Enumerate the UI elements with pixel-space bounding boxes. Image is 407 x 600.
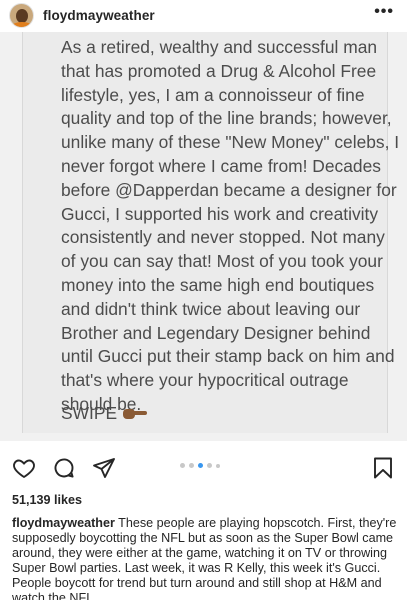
image-text: As a retired, wealthy and successful man… xyxy=(61,37,400,414)
carousel-dot xyxy=(207,463,212,468)
carousel-indicator xyxy=(180,463,220,468)
likes-count[interactable]: 51,139 likes xyxy=(12,493,82,507)
text-card: As a retired, wealthy and successful man… xyxy=(22,32,399,433)
avatar[interactable] xyxy=(9,3,34,28)
share-icon[interactable] xyxy=(92,456,116,480)
heart-icon[interactable] xyxy=(12,456,36,480)
comment-icon[interactable] xyxy=(52,456,76,480)
post-image[interactable]: As a retired, wealthy and successful man… xyxy=(0,32,407,441)
pointing-hand-icon xyxy=(123,408,148,419)
username[interactable]: floydmayweather xyxy=(43,8,155,23)
carousel-dot xyxy=(180,463,185,468)
carousel-dot xyxy=(189,463,194,468)
carousel-dot xyxy=(198,463,203,468)
more-options-icon[interactable]: ••• xyxy=(374,3,394,21)
carousel-dot xyxy=(216,463,220,468)
caption-username[interactable]: floydmayweather xyxy=(12,516,115,530)
caption: floydmayweather These people are playing… xyxy=(12,516,398,600)
swipe-text: SWIPE xyxy=(61,403,118,423)
swipe-label: SWIPE xyxy=(61,403,148,424)
post-header: floydmayweather ••• xyxy=(0,0,407,32)
bookmark-icon[interactable] xyxy=(371,456,395,480)
